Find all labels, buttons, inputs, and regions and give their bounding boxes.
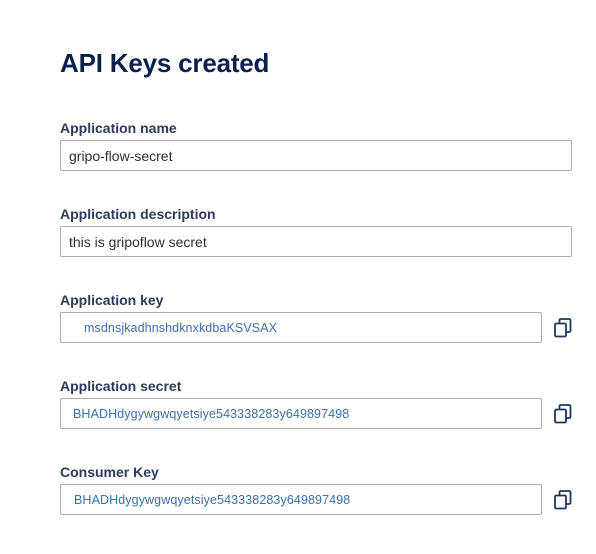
application-name-input[interactable]	[60, 140, 572, 171]
application-description-label: Application description	[60, 206, 216, 222]
application-name-label: Application name	[60, 120, 177, 136]
application-secret-label: Application secret	[60, 378, 182, 394]
application-key-group: Application key	[60, 292, 575, 343]
consumer-key-row	[60, 484, 575, 515]
application-key-input[interactable]	[60, 312, 542, 343]
copy-icon	[554, 317, 572, 337]
copy-icon	[554, 489, 572, 509]
application-key-label: Application key	[60, 292, 164, 308]
copy-icon	[554, 403, 572, 423]
consumer-key-group: Consumer Key	[60, 464, 575, 515]
application-name-group: Application name	[60, 120, 572, 171]
application-key-row	[60, 312, 575, 343]
application-description-row	[60, 226, 572, 257]
application-description-group: Application description	[60, 206, 572, 257]
page-title: API Keys created	[60, 48, 270, 78]
consumer-key-input[interactable]	[60, 484, 542, 515]
application-secret-row	[60, 398, 575, 429]
application-description-input[interactable]	[60, 226, 572, 257]
application-name-row	[60, 140, 572, 171]
application-secret-input[interactable]	[60, 398, 542, 429]
consumer-key-label: Consumer Key	[60, 464, 159, 480]
application-secret-group: Application secret	[60, 378, 575, 429]
copy-consumer-key-button[interactable]	[551, 488, 575, 512]
copy-application-secret-button[interactable]	[551, 402, 575, 426]
copy-application-key-button[interactable]	[551, 316, 575, 340]
